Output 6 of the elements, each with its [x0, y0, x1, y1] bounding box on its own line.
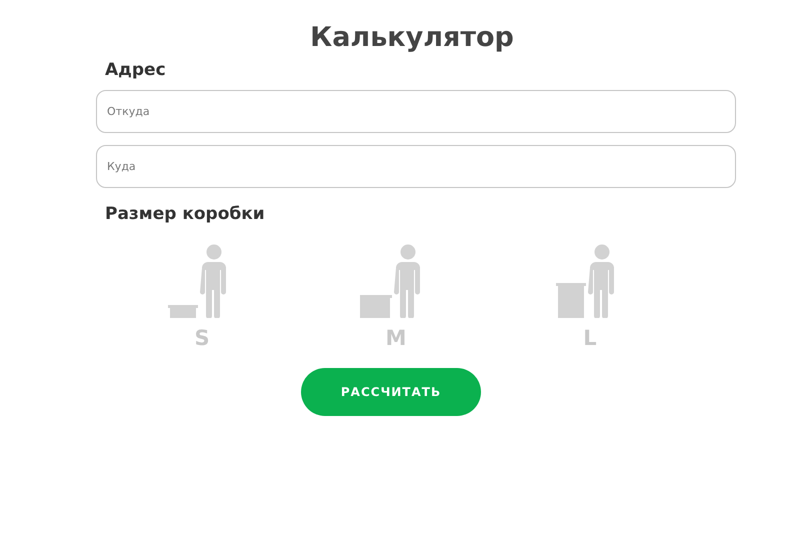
section-label: Размер коробки: [105, 204, 266, 224]
section-label: Адрес: [105, 60, 167, 80]
calculate-button[interactable]: РАССЧИТАТЬ: [301, 368, 481, 416]
address-field[interactable]: Куда: [96, 145, 736, 188]
address-field[interactable]: Откуда: [96, 90, 736, 133]
page-title: Калькулятор: [310, 21, 514, 55]
